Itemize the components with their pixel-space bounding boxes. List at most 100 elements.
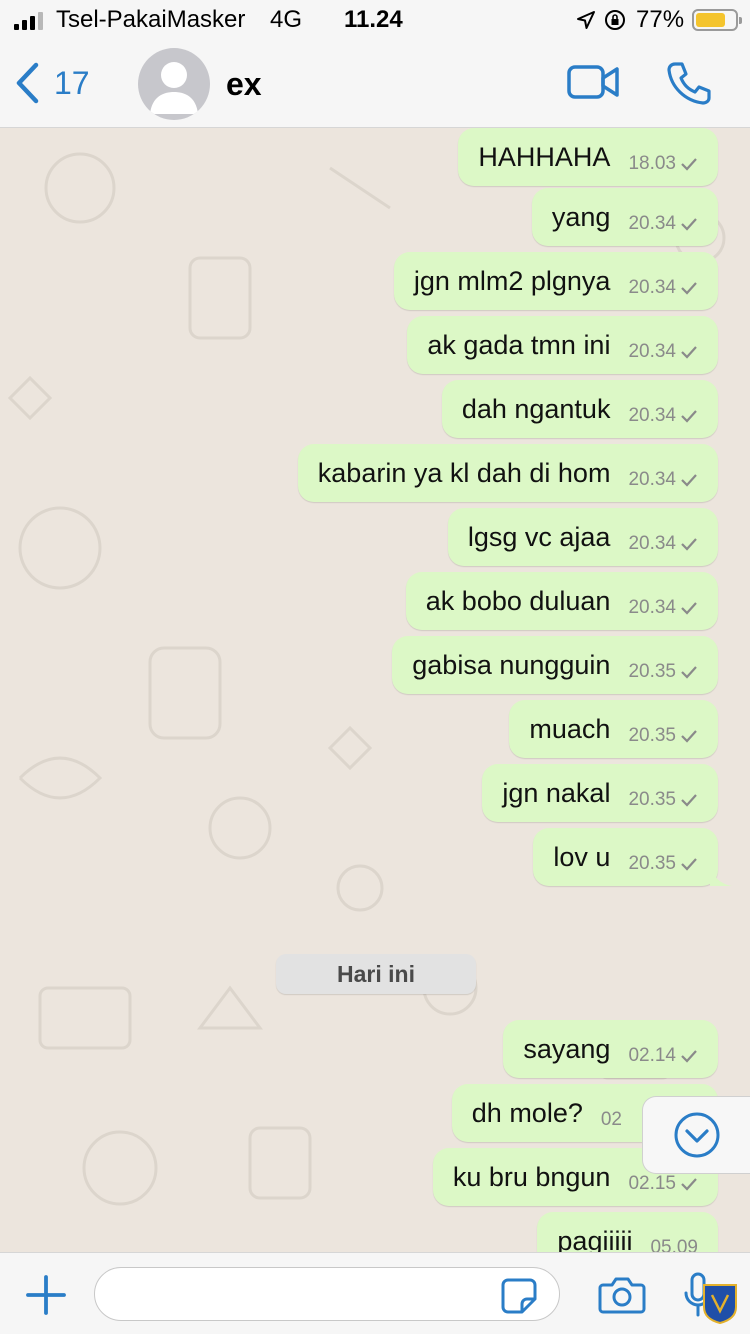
message-input[interactable] — [94, 1267, 560, 1321]
message-text: kabarin ya kl dah di hom — [317, 457, 611, 488]
plus-icon[interactable] — [24, 1273, 68, 1317]
chevron-left-icon — [16, 62, 39, 104]
message-time: 20.34 — [628, 213, 676, 234]
outgoing-message[interactable]: HAHHAHA 18.03 — [458, 128, 718, 186]
message-meta: 05.09 — [650, 1237, 698, 1252]
outgoing-message[interactable]: pagiiiii 05.09 — [537, 1212, 718, 1252]
message-text: lgsg vc ajaa — [467, 521, 611, 552]
rotation-lock-icon — [605, 10, 625, 30]
sent-check-icon — [681, 666, 697, 679]
emblem-icon — [703, 1284, 737, 1325]
message-time: 20.34 — [628, 597, 676, 618]
message-meta: 20.34 — [628, 277, 698, 299]
sent-check-icon — [681, 1178, 697, 1191]
sent-check-icon — [681, 410, 697, 423]
carrier-name: Tsel-PakaiMasker — [56, 6, 246, 33]
message-meta: 20.34 — [628, 533, 698, 555]
network-type: 4G — [270, 6, 303, 33]
message-time: 20.35 — [628, 725, 676, 746]
sent-check-icon — [681, 218, 697, 231]
contact-name[interactable]: ex — [226, 66, 262, 103]
camera-icon[interactable] — [598, 1275, 646, 1315]
message-text: dah ngantuk — [461, 393, 611, 424]
back-button[interactable]: 17 — [14, 62, 90, 104]
message-meta: 20.34 — [628, 213, 698, 235]
sent-check-icon — [681, 730, 697, 743]
outgoing-message[interactable]: gabisa nungguin 20.35 — [392, 636, 718, 694]
outgoing-message[interactable]: dah ngantuk 20.34 — [441, 380, 718, 438]
video-call-icon[interactable] — [566, 62, 620, 102]
message-meta: 02.15 — [628, 1173, 698, 1195]
scroll-to-bottom-button[interactable] — [642, 1096, 750, 1174]
outgoing-message[interactable]: ak bobo duluan 20.34 — [405, 572, 718, 630]
outgoing-message[interactable]: lgsg vc ajaa 20.34 — [447, 508, 718, 566]
message-meta: 02.14 — [628, 1045, 698, 1067]
outgoing-message[interactable]: yang 20.34 — [531, 188, 718, 246]
outgoing-message[interactable]: jgn nakal 20.35 — [482, 764, 718, 822]
message-time: 20.35 — [628, 661, 676, 682]
message-text: lov u — [553, 841, 611, 872]
location-arrow-icon — [577, 11, 595, 29]
phone-icon[interactable] — [666, 60, 712, 106]
message-text: dh mole? — [471, 1097, 583, 1128]
battery-percent: 77% — [636, 6, 685, 33]
signal-strength-icon — [14, 12, 43, 30]
sent-check-icon — [681, 282, 697, 295]
message-meta: 20.35 — [628, 661, 698, 683]
message-time: 05.09 — [650, 1237, 698, 1252]
sent-check-icon — [681, 538, 697, 551]
message-text: gabisa nungguin — [412, 649, 611, 680]
chevron-down-circle-icon — [674, 1112, 719, 1158]
battery-icon — [692, 9, 742, 31]
message-input-bar — [0, 1252, 750, 1334]
message-text: sayang — [523, 1033, 611, 1064]
bubble-tail — [710, 864, 732, 886]
message-text: HAHHAHA — [478, 141, 611, 172]
message-meta: 20.35 — [628, 853, 698, 875]
unread-count: 17 — [54, 64, 90, 101]
chat-area[interactable]: HAHHAHA 18.03 yang 20.34 jgn mlm2 plgnya 20… — [0, 128, 750, 1252]
message-meta: 02 — [601, 1109, 622, 1131]
message-text: pagiiiii — [557, 1225, 633, 1253]
chat-header: 17 ex — [0, 40, 750, 128]
message-meta: 20.34 — [628, 597, 698, 619]
outgoing-message[interactable]: jgn mlm2 plgnya 20.34 — [393, 252, 718, 310]
message-meta: 18.03 — [628, 153, 698, 175]
sticker-icon[interactable] — [500, 1277, 538, 1315]
message-text: muach — [529, 713, 611, 744]
message-time: 20.35 — [628, 853, 676, 874]
message-meta: 20.34 — [628, 405, 698, 427]
message-text: jgn mlm2 plgnya — [413, 265, 611, 296]
message-text: ak bobo duluan — [425, 585, 611, 616]
outgoing-message[interactable]: sayang 02.14 — [503, 1020, 718, 1078]
status-bar: Tsel-PakaiMasker 4G 11.24 77% — [0, 0, 750, 40]
message-text: yang — [551, 201, 611, 232]
sent-check-icon — [681, 346, 697, 359]
message-time: 18.03 — [628, 153, 676, 174]
sent-check-icon — [681, 858, 697, 871]
message-time: 20.34 — [628, 533, 676, 554]
message-time: 20.34 — [628, 405, 676, 426]
message-time: 02.15 — [628, 1173, 676, 1194]
message-time: 20.34 — [628, 469, 676, 490]
message-time: 02.14 — [628, 1045, 676, 1066]
message-meta: 20.35 — [628, 725, 698, 747]
message-meta: 20.34 — [628, 341, 698, 363]
avatar-icon — [150, 62, 198, 114]
message-time: 02 — [600, 1109, 622, 1130]
outgoing-message[interactable]: ak gada tmn ini 20.34 — [407, 316, 718, 374]
message-time: 20.34 — [628, 277, 676, 298]
message-meta: 20.34 — [628, 469, 698, 491]
date-separator: Hari ini — [276, 954, 476, 994]
message-meta: 20.35 — [628, 789, 698, 811]
outgoing-message[interactable]: kabarin ya kl dah di hom 20.34 — [297, 444, 718, 502]
outgoing-message[interactable]: lov u 20.35 — [533, 828, 732, 886]
message-text: ku bru bngun — [452, 1161, 611, 1192]
message-text: jgn nakal — [502, 777, 611, 808]
outgoing-message[interactable]: muach 20.35 — [509, 700, 718, 758]
sent-check-icon — [681, 158, 697, 171]
message-time: 20.35 — [628, 789, 676, 810]
status-time: 11.24 — [344, 6, 403, 33]
avatar[interactable] — [138, 48, 210, 120]
sent-check-icon — [681, 474, 697, 487]
